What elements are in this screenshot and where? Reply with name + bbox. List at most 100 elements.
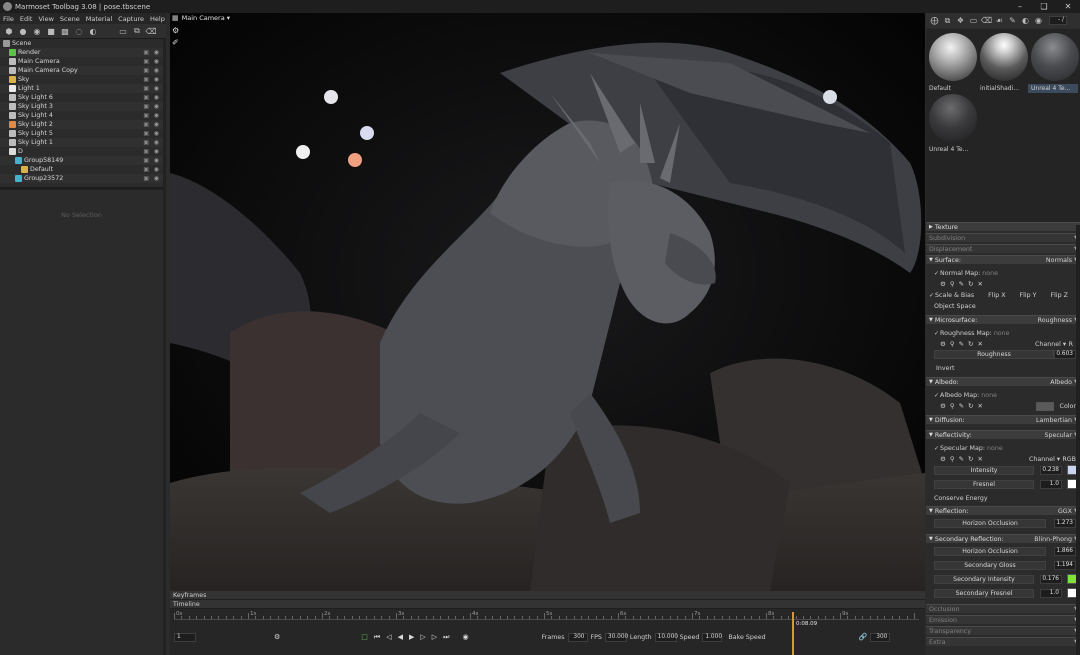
visibility-eye-icon[interactable]: ◉: [154, 139, 159, 146]
lock-icon[interactable]: ▣: [143, 85, 149, 92]
albedo-color-swatch[interactable]: [1036, 401, 1054, 411]
frames-field[interactable]: 300: [567, 632, 588, 642]
visibility-eye-icon[interactable]: ◉: [154, 130, 159, 137]
menu-view[interactable]: View: [38, 15, 53, 23]
scene-tree-item[interactable]: Sky Light 4 ▣ ◉: [0, 111, 163, 120]
material-zoom-field[interactable]: - /: [1049, 16, 1067, 25]
secondary-intensity-slider[interactable]: Secondary Intensity: [934, 575, 1034, 584]
menu-scene[interactable]: Scene: [60, 15, 80, 23]
scene-tree-item[interactable]: Light 1 ▣ ◉: [0, 84, 163, 93]
visibility-eye-icon[interactable]: ◉: [154, 175, 159, 182]
material-thumb[interactable]: initialShadi...: [977, 31, 1028, 93]
new-material-icon[interactable]: ⨁: [929, 15, 940, 26]
scene-tree-item[interactable]: Group58149 ▣ ◉: [0, 156, 163, 165]
emission-section[interactable]: Emission▼: [926, 615, 1080, 624]
search-icon[interactable]: ⚲: [950, 340, 955, 348]
pencil-icon[interactable]: ✎: [959, 340, 964, 348]
search-icon[interactable]: ⚲: [950, 280, 955, 288]
settings-gear-icon[interactable]: ⚙: [172, 26, 179, 35]
roughness-field[interactable]: 0.603: [1054, 350, 1076, 359]
reflection-section[interactable]: ▼Reflection:GGX▼: [926, 506, 1080, 515]
visibility-eye-icon[interactable]: ◉: [154, 112, 159, 119]
channel-dropdown[interactable]: Channel ▾: [1035, 341, 1066, 348]
randomize-icon[interactable]: ❖: [955, 15, 966, 26]
lock-icon[interactable]: ▣: [143, 121, 149, 128]
keyframes-bar[interactable]: Keyframes: [170, 591, 925, 600]
play-icon[interactable]: ▶: [409, 633, 414, 641]
menu-help[interactable]: Help: [150, 15, 165, 23]
add-object-icon[interactable]: ⬢: [3, 26, 15, 37]
secondary-intensity-field[interactable]: 0.176: [1040, 575, 1062, 584]
displacement-section[interactable]: Displacement▼: [926, 244, 1080, 253]
checkmark-icon[interactable]: ✓: [934, 330, 939, 337]
bake-speed-checkbox[interactable]: Bake Speed: [728, 634, 765, 641]
visibility-eye-icon[interactable]: ◉: [154, 76, 159, 83]
scene-tree-item[interactable]: Default ▣ ◉: [0, 165, 163, 174]
step-forward-icon[interactable]: ▷: [420, 633, 425, 641]
albedo-section[interactable]: ▼Albedo:Albedo▼: [926, 377, 1080, 386]
start-frame-field[interactable]: 1: [174, 632, 196, 642]
lock-icon[interactable]: ▣: [143, 157, 149, 164]
visibility-eye-icon[interactable]: ◉: [154, 67, 159, 74]
folder-icon[interactable]: ▭: [117, 26, 129, 37]
menu-file[interactable]: File: [3, 15, 14, 23]
scene-tree-item[interactable]: Render ▣ ◉: [0, 48, 163, 57]
secondary-reflection-section[interactable]: ▼Secondary Reflection:Blinn-Phong▼: [926, 534, 1080, 543]
link-icon[interactable]: 🔗: [859, 633, 868, 641]
roughness-slider[interactable]: Roughness: [934, 350, 1054, 359]
scene-tree-item[interactable]: Scene: [0, 39, 163, 48]
skip-start-icon[interactable]: ⏮: [374, 633, 380, 642]
scene-tree-item[interactable]: Sky Light 1 ▣ ◉: [0, 138, 163, 147]
secondary-gloss-slider[interactable]: Secondary Gloss: [934, 561, 1046, 570]
scale-bias-checkbox[interactable]: Scale & Bias: [935, 292, 974, 299]
lock-icon[interactable]: ▣: [143, 175, 149, 182]
close-icon[interactable]: ✕: [978, 455, 983, 463]
lock-icon[interactable]: ▣: [143, 58, 149, 65]
visibility-eye-icon[interactable]: ◉: [154, 94, 159, 101]
search-icon[interactable]: ⚲: [950, 402, 955, 410]
flip-z-checkbox[interactable]: Flip Z: [1051, 292, 1068, 299]
timeline-settings-icon[interactable]: ⚙: [274, 633, 280, 641]
gear-icon[interactable]: ⚙: [940, 402, 946, 410]
visibility-eye-icon[interactable]: ◉: [154, 85, 159, 92]
left-scrollbar[interactable]: [163, 39, 166, 655]
texture-section[interactable]: ▶ Texture: [926, 222, 1080, 231]
horizon-occlusion-field[interactable]: 1.273: [1054, 519, 1076, 528]
menu-capture[interactable]: Capture: [118, 15, 144, 23]
end-frame-field[interactable]: 300: [870, 632, 891, 642]
material-thumb[interactable]: Unreal 4 Te...: [926, 92, 977, 154]
search-icon[interactable]: ⚲: [950, 455, 955, 463]
lock-icon[interactable]: ▣: [143, 76, 149, 83]
visibility-eye-icon[interactable]: ◉: [154, 157, 159, 164]
trash-icon[interactable]: ⌫: [145, 26, 157, 37]
subdivision-section[interactable]: Subdivision▼: [926, 233, 1080, 242]
lock-icon[interactable]: ▣: [143, 103, 149, 110]
scene-tree-item[interactable]: Sky Light 3 ▣ ◉: [0, 102, 163, 111]
prev-key-icon[interactable]: ◁: [386, 633, 391, 641]
scene-tree-item[interactable]: Sky Light 5 ▣ ◉: [0, 129, 163, 138]
assign-material-icon[interactable]: ☙: [994, 15, 1005, 26]
timeline-ruler[interactable]: 0s 1s 2s 3s 4s 5s 6s 7s 8s 9s: [174, 611, 919, 620]
flip-x-checkbox[interactable]: Flip X: [988, 292, 1005, 299]
pencil-icon[interactable]: ✎: [959, 280, 964, 288]
lock-icon[interactable]: ▣: [143, 148, 149, 155]
material-sphere-icon[interactable]: ◐: [1020, 15, 1031, 26]
checkmark-icon[interactable]: ✓: [934, 392, 939, 399]
light-gizmo-icon[interactable]: [348, 153, 362, 167]
secondary-gloss-field[interactable]: 1.194: [1054, 561, 1076, 570]
add-turntable-icon[interactable]: ◌: [73, 26, 85, 37]
lock-icon[interactable]: ▣: [143, 112, 149, 119]
close-icon[interactable]: ✕: [978, 402, 983, 410]
gear-icon[interactable]: ⚙: [940, 280, 946, 288]
checkmark-icon[interactable]: ✓: [934, 270, 939, 277]
scene-tree-item[interactable]: Main Camera Copy ▣ ◉: [0, 66, 163, 75]
fresnel-slider[interactable]: Fresnel: [934, 480, 1034, 489]
add-light-icon[interactable]: ●: [17, 26, 29, 37]
open-folder-icon[interactable]: ▭: [968, 15, 979, 26]
menu-material[interactable]: Material: [86, 15, 112, 23]
extra-section[interactable]: Extra▼: [926, 637, 1080, 646]
object-space-checkbox[interactable]: Object Space: [934, 303, 976, 310]
checkmark-icon[interactable]: ✓: [929, 292, 934, 299]
gear-icon[interactable]: ⚙: [940, 455, 946, 463]
close-icon[interactable]: ✕: [978, 340, 983, 348]
